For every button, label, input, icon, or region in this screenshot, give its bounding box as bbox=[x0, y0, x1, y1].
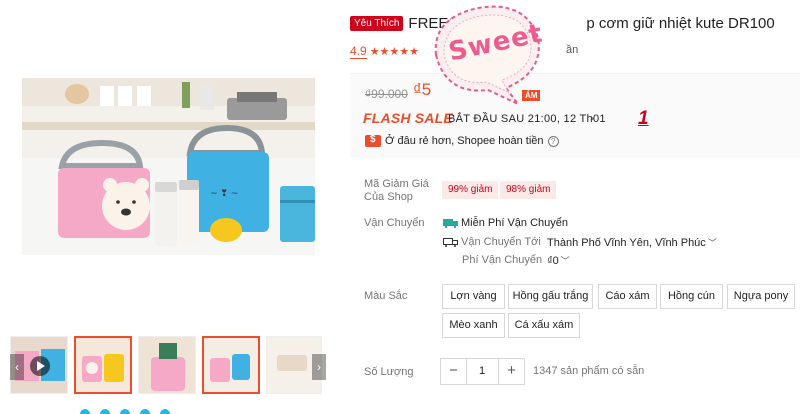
thumbnail-image bbox=[139, 337, 195, 393]
flash-sale-time[interactable]: BẮT ĐẦU SAU 21:00, 12 Th01 bbox=[448, 113, 606, 125]
color-option[interactable]: Hồng gấu trắng bbox=[508, 284, 593, 309]
original-price: ₫99.000 bbox=[365, 87, 408, 101]
shop-voucher-label: Mã Giảm Giá Của Shop bbox=[364, 178, 429, 204]
quantity-input[interactable]: 1 bbox=[466, 358, 498, 385]
svg-text:~ ❣ ~: ~ ❣ ~ bbox=[210, 189, 238, 199]
thumbnail-item-selected[interactable] bbox=[202, 336, 260, 394]
thumbnail-item[interactable] bbox=[74, 336, 132, 394]
thumbnail-image bbox=[76, 338, 130, 392]
color-option[interactable]: Cá xấu xám bbox=[508, 313, 580, 338]
dot bbox=[140, 409, 150, 414]
annotation-mark: 1 bbox=[638, 108, 649, 129]
chevron-down-icon: ﹀ bbox=[560, 256, 570, 266]
product-title-end: p cơm giữ nhiệt kute DR100 bbox=[586, 15, 775, 33]
cheaper-guarantee: Ở đâu rẻ hơn, Shopee hoàn tiền? bbox=[365, 134, 559, 148]
rating-value: 4.9 bbox=[350, 44, 367, 59]
ship-to-label: Vận Chuyển Tới bbox=[461, 236, 541, 248]
thumbnail-strip: ‹ › bbox=[8, 336, 326, 394]
quantity-label: Số Lượng bbox=[364, 366, 414, 378]
dot bbox=[120, 409, 130, 414]
ship-to-row: Vận Chuyển Tới bbox=[443, 236, 541, 248]
shop-voucher-label-line1: Mã Giảm Giá bbox=[364, 178, 429, 190]
quantity-decrease-button[interactable]: − bbox=[440, 358, 467, 385]
ship-fee-label: Phí Vận Chuyển bbox=[462, 254, 543, 266]
free-shipping-text: Miễn Phí Vận Chuyển bbox=[461, 217, 569, 229]
free-shipping-row: Miễn Phí Vận Chuyển bbox=[443, 217, 568, 229]
truck-icon bbox=[443, 238, 458, 248]
cheaper-guarantee-text: Ở đâu rẻ hơn, Shopee hoàn tiền bbox=[385, 135, 544, 147]
color-label: Màu Sắc bbox=[364, 290, 408, 302]
shop-voucher-label-line2: Của Shop bbox=[364, 191, 413, 203]
favorite-badge: Yêu Thích bbox=[350, 16, 404, 32]
money-back-icon bbox=[365, 134, 381, 148]
product-title-row: Yêu Thích FREES p cơm giữ nhiệt kute DR100 bbox=[350, 15, 790, 37]
shipping-label: Vận Chuyển bbox=[364, 217, 425, 229]
chevron-right-icon[interactable]: › bbox=[590, 111, 594, 125]
ship-to-value: Thành Phố Vĩnh Yên, Vĩnh Phúc bbox=[547, 237, 706, 249]
ship-fee-value: ₫0 bbox=[547, 255, 559, 267]
flash-sale-logo: FLASH SALE bbox=[363, 110, 453, 126]
ship-fee-selector[interactable]: ₫0 ﹀ bbox=[547, 254, 570, 267]
dot bbox=[80, 409, 90, 414]
color-option[interactable]: Hồng cún bbox=[660, 284, 723, 309]
ship-to-selector[interactable]: Thành Phố Vĩnh Yên, Vĩnh Phúc ﹀ bbox=[547, 236, 717, 249]
thumbnail-image bbox=[204, 338, 258, 392]
product-main-image[interactable]: ~ ❣ ~ bbox=[22, 78, 315, 255]
thumbnail-item[interactable] bbox=[138, 336, 196, 394]
color-option[interactable]: Ngựa pony bbox=[727, 284, 795, 309]
product-photo: ~ ❣ ~ bbox=[22, 78, 315, 255]
voucher-chip[interactable]: 99% giảm bbox=[442, 181, 499, 199]
help-icon[interactable]: ? bbox=[547, 135, 559, 147]
voucher-chip[interactable]: 98% giảm bbox=[500, 181, 557, 199]
dot bbox=[100, 409, 110, 414]
stock-available: 1347 sản phẩm có sẵn bbox=[533, 365, 645, 377]
thumbnail-next-button[interactable]: › bbox=[312, 354, 326, 380]
color-option[interactable]: Lợn vàng bbox=[442, 284, 505, 309]
star-rating-icon: ★★★★★ bbox=[369, 46, 419, 58]
color-option[interactable]: Cáo xám bbox=[598, 284, 657, 309]
rating-count-tail: ần bbox=[566, 44, 579, 56]
free-ship-truck-icon bbox=[443, 219, 458, 229]
thumbnail-prev-button[interactable]: ‹ bbox=[10, 354, 24, 380]
rating-row[interactable]: 4.9 ★★★★★ bbox=[350, 44, 419, 60]
color-option[interactable]: Mèo xanh bbox=[442, 313, 505, 338]
image-dots bbox=[80, 409, 180, 414]
price-box: ₫99.000 ₫5 ÁM FLASH SALE BẮT ĐẦU SAU 21:… bbox=[350, 73, 800, 158]
dot bbox=[160, 409, 170, 414]
quantity-increase-button[interactable]: + bbox=[498, 358, 525, 385]
chevron-down-icon: ﹀ bbox=[707, 238, 717, 248]
